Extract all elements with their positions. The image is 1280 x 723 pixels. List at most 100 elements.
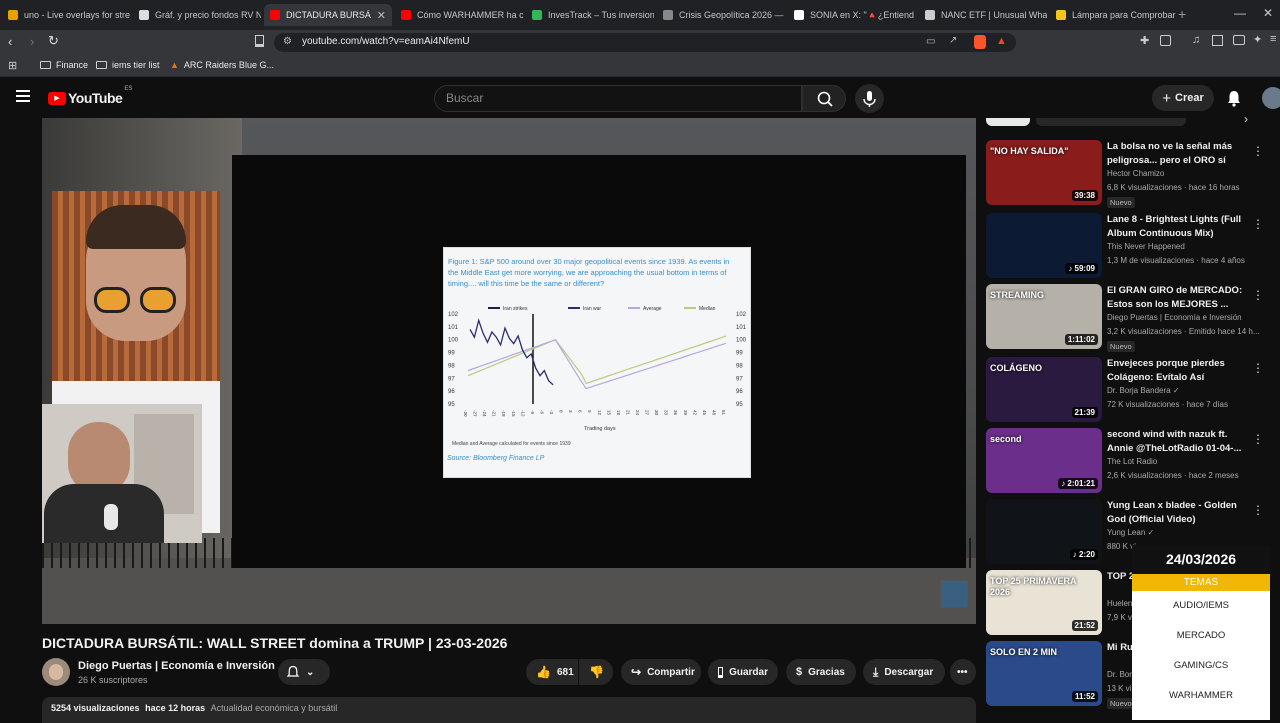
sidebar-toggle-icon[interactable] <box>1212 35 1223 46</box>
video-title-link[interactable]: Lane 8 - Brightest Lights (Full Album Co… <box>1107 213 1252 241</box>
recommended-video[interactable]: second ♪ 2:01:21 second wind with nazuk ft… <box>986 428 1276 496</box>
x-tick-label: 15 <box>606 410 611 416</box>
average-series-line <box>467 338 727 390</box>
description-box[interactable]: 5254 visualizaciones hace 12 horas Actua… <box>42 697 976 723</box>
video-channel[interactable]: Dr. Borja Bandera ✓ <box>1107 386 1180 395</box>
recommended-video[interactable]: "NO HAY SALIDA" 39:38 La bolsa no ve la se… <box>986 140 1276 208</box>
more-options-icon[interactable]: ⋮ <box>1252 503 1264 517</box>
more-options-icon[interactable]: ⋮ <box>1252 217 1264 231</box>
share-icon[interactable]: ↗ <box>949 35 957 46</box>
browser-tab[interactable]: NANC ETF | Unusual Whal <box>919 4 1047 26</box>
video-channel[interactable]: Hector Chamizo <box>1107 169 1164 178</box>
more-options-icon[interactable]: ⋮ <box>1252 432 1264 446</box>
browser-tab[interactable]: InvesTrack – Tus inversion <box>526 4 654 26</box>
youtube-logo[interactable]: ▶ YouTube ES <box>48 86 132 106</box>
brave-shield-icon[interactable] <box>974 35 986 49</box>
video-thumbnail[interactable]: ♪ 2:20 <box>986 499 1102 564</box>
video-title-link[interactable]: Yung Lean x bladee - Golden God (Officia… <box>1107 499 1252 527</box>
reload-icon[interactable]: ↻ <box>48 33 59 49</box>
bookmark-icon[interactable] <box>255 35 264 47</box>
chevron-down-icon: ⌄ <box>306 666 315 678</box>
x-tick-label: 12 <box>597 410 602 416</box>
video-player[interactable]: Figure 1: S&P 500 around over 30 major g… <box>42 118 976 624</box>
video-channel[interactable]: The Lot Radio <box>1107 457 1157 466</box>
filter-chip-channel[interactable] <box>1036 118 1186 126</box>
back-icon[interactable]: ‹ <box>8 34 12 49</box>
notifications-button[interactable] <box>1226 89 1242 112</box>
chevron-right-icon[interactable]: › <box>1244 112 1248 126</box>
video-thumbnail[interactable]: "NO HAY SALIDA" 39:38 <box>986 140 1102 205</box>
bookmark-folder[interactable]: iems tier list <box>96 60 160 70</box>
dislike-button[interactable]: 👎 <box>579 659 613 685</box>
apps-icon[interactable]: ⊞ <box>8 59 17 72</box>
video-thumbnail[interactable]: COLÁGENO 21:39 <box>986 357 1102 422</box>
topic-item: AUDIO/IEMS <box>1173 600 1229 611</box>
more-options-icon[interactable]: ⋮ <box>1252 361 1264 375</box>
bookmark-folder[interactable]: Finance <box>40 60 88 70</box>
bookmark-link[interactable]: ▲ ARC Raiders Blue G... <box>170 60 274 70</box>
browser-tab-active[interactable]: DICTADURA BURSÁ ✕ <box>264 4 392 26</box>
address-bar[interactable]: ⚙ youtube.com/watch?v=eamAi4NfemU ▭ ↗ ▲ <box>274 33 1016 52</box>
thanks-button[interactable]: $ Gracias <box>786 659 856 685</box>
recommended-video[interactable]: COLÁGENO 21:39 Envejeces porque pierdes Co… <box>986 357 1276 425</box>
site-info-icon[interactable]: ⚙ <box>283 36 292 47</box>
browser-tab[interactable]: Cómo WARHAMMER ha c <box>395 4 523 26</box>
video-channel[interactable]: This Never Happened <box>1107 242 1185 251</box>
duration-badge: ♪ 59:09 <box>1065 263 1098 274</box>
wallet-icon[interactable] <box>1233 35 1245 45</box>
rewards-icon[interactable]: ▲ <box>996 35 1007 47</box>
y-tick-label: 97 <box>736 376 743 382</box>
browser-tab[interactable]: Crisis Geopolítica 2026 — <box>657 4 785 26</box>
more-options-icon[interactable]: ⋮ <box>1252 144 1264 158</box>
like-button[interactable]: 👍 681 <box>526 659 578 685</box>
subscribe-bell-button[interactable]: ⌄ <box>278 659 330 685</box>
window-close-icon[interactable]: ✕ <box>1263 6 1273 20</box>
cast-icon[interactable]: ▭ <box>926 36 935 47</box>
new-tab-icon[interactable]: + <box>1178 6 1186 22</box>
video-thumbnail[interactable]: TOP 25 PRIMAVERA 2026 21:52 <box>986 570 1102 635</box>
share-button[interactable]: ↪ Compartir <box>621 659 701 685</box>
y-tick-label: 95 <box>448 402 455 408</box>
url-text: youtube.com/watch?v=eamAi4NfemU <box>302 36 470 47</box>
video-channel[interactable]: Yung Lean ✓ <box>1107 528 1154 537</box>
leo-ai-icon[interactable]: ✦ <box>1253 33 1262 46</box>
browser-tab[interactable]: SONIA en X: "🔺¿Entiend <box>788 4 916 26</box>
more-options-icon[interactable]: ⋮ <box>1252 288 1264 302</box>
recommended-video[interactable]: STREAMING 1:11:02 El GRAN GIRO de MERCADO:… <box>986 284 1276 352</box>
minimize-icon[interactable]: — <box>1234 6 1246 20</box>
video-thumbnail[interactable]: ♪ 59:09 <box>986 213 1102 278</box>
browser-tab[interactable]: Gráf. y precio fondos RV N <box>133 4 261 26</box>
video-title-link[interactable]: La bolsa no ve la señal más peligrosa...… <box>1107 140 1252 168</box>
wallet-icon[interactable] <box>1160 35 1171 46</box>
music-icon[interactable]: ♫ <box>1192 34 1200 46</box>
channel-watermark[interactable] <box>940 580 968 608</box>
video-thumbnail[interactable]: second ♪ 2:01:21 <box>986 428 1102 493</box>
close-tab-icon[interactable]: ✕ <box>377 9 386 22</box>
save-button[interactable]: Guardar <box>708 659 778 685</box>
search-button[interactable] <box>802 85 846 112</box>
avatar[interactable] <box>1262 87 1280 109</box>
video-thumbnail[interactable]: SOLO EN 2 MIN 11:52 <box>986 641 1102 706</box>
forward-icon[interactable]: › <box>30 34 34 49</box>
duration-badge: ♪ 2:20 <box>1069 549 1098 560</box>
channel-name[interactable]: Diego Puertas | Economía e Inversión <box>78 660 275 672</box>
search-input[interactable]: Buscar <box>434 85 802 112</box>
more-actions-button[interactable]: ••• <box>950 659 976 685</box>
hamburger-menu-icon[interactable] <box>16 90 30 102</box>
browser-tab-strip: uno - Live overlays for stre Gráf. y pre… <box>0 0 1280 30</box>
video-title-link[interactable]: Envejeces porque pierdes Colágeno: Evíta… <box>1107 357 1252 385</box>
video-thumbnail[interactable]: STREAMING 1:11:02 <box>986 284 1102 349</box>
recommended-video[interactable]: ♪ 59:09 Lane 8 - Brightest Lights (Full A… <box>986 213 1276 281</box>
create-button[interactable]: + Crear <box>1152 85 1214 111</box>
video-title-link[interactable]: second wind with nazuk ft. Annie @TheLot… <box>1107 428 1252 456</box>
download-button[interactable]: ⤓ Descargar <box>863 659 945 685</box>
voice-search-button[interactable] <box>855 84 884 113</box>
extensions-icon[interactable]: ✚ <box>1140 34 1149 47</box>
channel-avatar[interactable] <box>42 658 70 686</box>
video-title-link[interactable]: El GRAN GIRO de MERCADO: Estos son los M… <box>1107 284 1252 312</box>
filter-chip-all[interactable] <box>986 118 1030 126</box>
browser-tab[interactable]: uno - Live overlays for stre <box>2 4 130 26</box>
video-channel[interactable]: Diego Puertas | Economía e Inversión <box>1107 313 1242 322</box>
browser-tab[interactable]: Lámpara para Comprobar <box>1050 4 1178 26</box>
menu-icon[interactable]: ≡ <box>1270 33 1276 45</box>
